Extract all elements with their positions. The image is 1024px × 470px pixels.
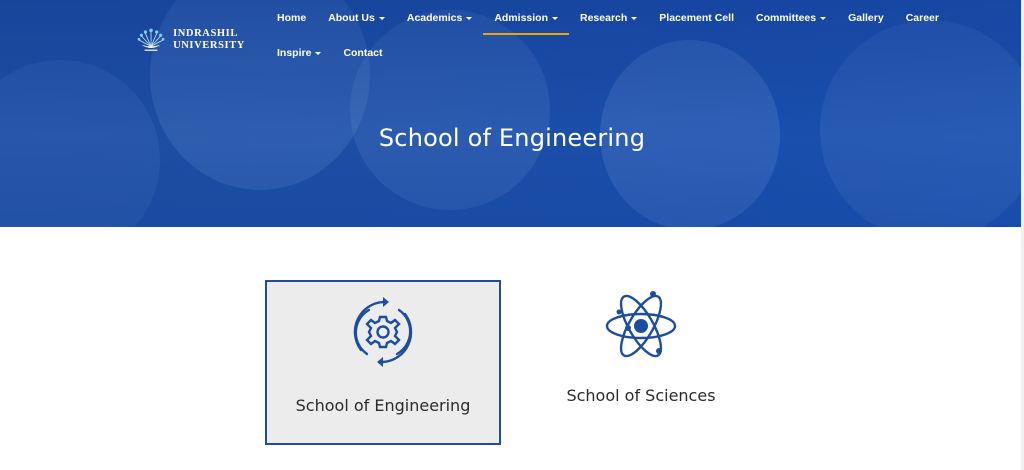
nav-item-label: Contact xyxy=(343,46,383,59)
atom-icon xyxy=(605,291,677,358)
school-label-engineering: School of Engineering xyxy=(295,396,471,415)
brand-line-1: Indrashil xyxy=(173,28,238,39)
caret-down-icon xyxy=(820,16,827,20)
nav-item-label: Career xyxy=(905,11,939,24)
brand-line-2: University xyxy=(173,40,245,51)
school-card-engineering[interactable]: School of Engineering xyxy=(265,280,501,445)
site-logo[interactable]: Indrashil University xyxy=(135,20,245,60)
nav-item-label: About Us xyxy=(328,11,375,24)
caret-down-icon xyxy=(552,16,558,20)
nav-item-label: Research xyxy=(580,11,628,24)
nav-item-academics[interactable]: Academics xyxy=(396,0,483,35)
school-card-sciences[interactable]: School of Sciences xyxy=(531,280,751,445)
nav-item-placement-cell[interactable]: Placement Cell xyxy=(648,0,745,35)
hero-banner: Indrashil University Home About Us Academi… xyxy=(0,0,1024,227)
caret-down-icon xyxy=(378,16,385,20)
caret-down-icon xyxy=(466,16,473,20)
nav-row-primary: Home About Us Academics Admission Research Pl… xyxy=(266,0,939,35)
nav-item-contact[interactable]: Contact xyxy=(332,35,393,70)
page-title: School of Engineering xyxy=(378,124,646,152)
nav-item-label: Committees xyxy=(755,11,817,24)
school-label-sciences: School of Sciences xyxy=(566,386,716,405)
gear-cycle-icon xyxy=(353,297,413,367)
nav-item-admission[interactable]: Admission xyxy=(483,0,569,35)
nav-item-label: Academics xyxy=(406,11,463,24)
caret-down-icon xyxy=(315,51,322,55)
nav-item-label: Placement Cell xyxy=(659,11,734,24)
nav-row-secondary: Inspire Contact xyxy=(266,35,906,70)
nav-item-label: Home xyxy=(277,11,307,24)
nav-item-home[interactable]: Home xyxy=(266,0,317,35)
peacock-logo-icon xyxy=(137,28,165,51)
main-navigation: Home About Us Academics Admission Research Pl… xyxy=(266,0,939,70)
caret-down-icon xyxy=(631,16,638,20)
nav-item-career[interactable]: Career xyxy=(895,0,950,35)
nav-item-research[interactable]: Research xyxy=(569,0,648,35)
nav-item-committees[interactable]: Committees xyxy=(745,0,837,35)
nav-item-about-us[interactable]: About Us xyxy=(317,0,396,35)
nav-item-gallery[interactable]: Gallery xyxy=(837,0,895,35)
nav-item-inspire[interactable]: Inspire xyxy=(266,35,332,70)
nav-item-label: Gallery xyxy=(848,11,884,24)
nav-item-label: Admission xyxy=(494,11,548,24)
nav-item-label: Inspire xyxy=(277,46,312,59)
brand-name: Indrashil University xyxy=(173,28,245,52)
